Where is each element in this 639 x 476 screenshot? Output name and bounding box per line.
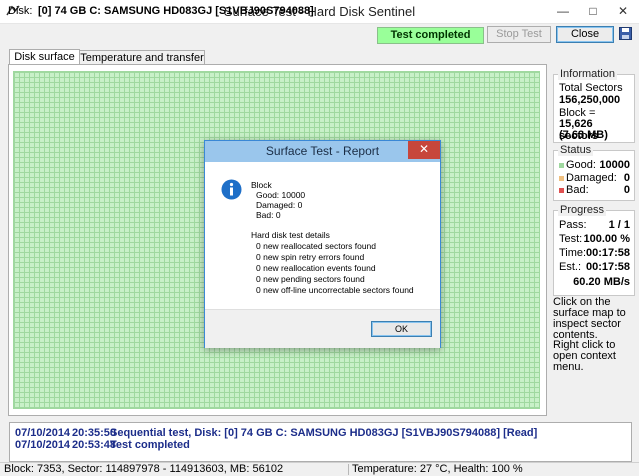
report-dialog: Surface Test - Report ✕ Block Good: 1000… [204, 140, 441, 348]
tab-temperature-transfer-speed[interactable]: Temperature and transfer speed [79, 50, 205, 78]
maximize-icon[interactable]: □ [578, 0, 608, 22]
good-label: Good: [566, 159, 596, 171]
stop-test-button[interactable]: Stop Test [487, 26, 551, 43]
test-status-badge: Test completed [377, 27, 484, 44]
detail-line: 0 new off-line uncorrectable sectors fou… [256, 285, 414, 295]
status-title: Status [558, 144, 594, 156]
block-size-value: (7.63 MB) [559, 129, 608, 141]
report-damaged: Damaged: 0 [256, 200, 303, 210]
information-group: Information Total Sectors 156,250,000 Bl… [553, 68, 635, 143]
est-label: Est.: [559, 261, 582, 273]
total-sectors-value: 156,250,000 [559, 94, 621, 106]
progress-title: Progress [558, 204, 607, 216]
floppy-disk-icon[interactable] [619, 27, 632, 40]
status-bar: Block: 7353, Sector: 114897978 - 1149136… [0, 462, 639, 476]
log-date: 07/10/2014 [15, 427, 71, 439]
tab-disk-surface-map[interactable]: Disk surface map [9, 49, 80, 78]
information-title: Information [558, 68, 618, 80]
test-percent-value: 100.00 % [583, 233, 630, 245]
damaged-color-swatch [559, 175, 564, 181]
ok-button[interactable]: OK [371, 321, 432, 337]
dialog-footer: OK [205, 309, 440, 348]
pass-label: Pass: [559, 219, 587, 231]
report-good: Good: 10000 [256, 190, 306, 200]
damaged-label: Damaged: [566, 172, 617, 184]
surface-click-hint: Click on the surface map to inspect sect… [553, 296, 626, 341]
status-group: Status Good: 10000 Damaged: 0 Bad: 0 [553, 144, 635, 201]
disk-name: [0] 74 GB C: SAMSUNG HD083GJ [S1VBJ90S79… [38, 5, 314, 17]
log-date: 07/10/2014 [15, 439, 71, 451]
info-icon [221, 179, 242, 200]
bad-label: Bad: [566, 184, 589, 196]
good-color-swatch [559, 162, 564, 168]
close-window-icon[interactable]: ✕ [608, 0, 638, 22]
good-count: 10000 [599, 159, 630, 171]
damaged-count: 0 [623, 172, 630, 184]
time-label: Time: [559, 247, 587, 259]
bad-color-swatch [559, 187, 564, 193]
report-bad: Bad: 0 [256, 210, 281, 220]
detail-line: 0 new reallocation events found [256, 263, 376, 273]
log-message: Test completed [110, 439, 190, 451]
dialog-close-icon[interactable]: ✕ [408, 141, 440, 159]
bad-count: 0 [623, 184, 630, 196]
block-heading: Block [251, 180, 272, 190]
transfer-speed-value: 60.20 MB/s [573, 276, 630, 288]
test-label: Test: [559, 233, 583, 245]
total-sectors-label: Total Sectors [559, 82, 623, 94]
sector-position-text: Block: 7353, Sector: 114897978 - 1149136… [4, 463, 284, 475]
temperature-health-text: Temperature: 27 °C, Health: 100 % [352, 463, 523, 475]
details-heading: Hard disk test details [251, 230, 330, 240]
close-button[interactable]: Close [556, 26, 614, 43]
detail-line: 0 new spin retry errors found [256, 252, 365, 262]
detail-line: 0 new reallocated sectors found [256, 241, 377, 251]
detail-line: 0 new pending sectors found [256, 274, 365, 284]
dialog-titlebar: Surface Test - Report ✕ [205, 141, 440, 162]
log-message: Sequential test, Disk: [0] 74 GB C: SAMS… [110, 427, 538, 439]
minimize-icon[interactable]: — [548, 0, 578, 22]
progress-group: Progress Pass: 1 / 1 Test: 100.00 % Time: 0… [553, 204, 635, 296]
dialog-title: Surface Test - Report [265, 144, 380, 158]
disk-label: Disk: [8, 5, 33, 17]
time-value: 00:17:58 [585, 247, 630, 259]
pass-value: 1 / 1 [608, 219, 630, 231]
event-log: 07/10/2014 20:35:50 Sequential test, Dis… [9, 422, 632, 462]
dialog-body: Block Good: 10000 Damaged: 0 Bad: 0 Hard… [205, 162, 440, 309]
est-value: 00:17:58 [585, 261, 630, 273]
context-menu-hint: Right click to open context menu. [553, 339, 616, 373]
status-bar-divider [348, 464, 349, 475]
